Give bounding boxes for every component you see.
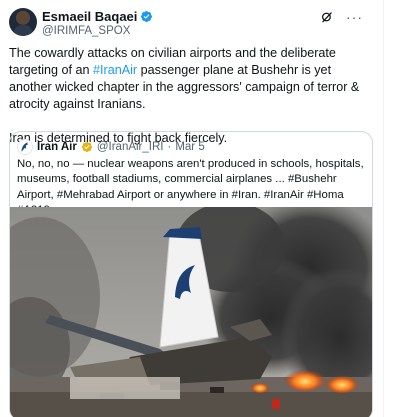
quoted-tweet-header: Iran Air @IranAir_IRI · Mar 5 [17,139,205,155]
author-name-row[interactable]: Esmaeil Baqaei [42,9,153,24]
gold-verified-badge-icon [81,141,92,153]
airplane-wreck-photo[interactable] [10,207,372,417]
quoted-avatar[interactable] [17,139,33,155]
author-handle[interactable]: @IRIMFA_SPOX [42,25,130,37]
quoted-timestamp[interactable]: Mar 5 [175,141,204,153]
grok-icon[interactable] [320,10,334,24]
more-options-icon[interactable]: ··· [346,10,363,24]
iran-air-logo-icon [21,142,28,152]
hashtag-iranair-link[interactable]: #IranAir [93,63,137,77]
quoted-author-name[interactable]: Iran Air [37,141,77,153]
author-name[interactable]: Esmaeil Baqaei [42,9,137,24]
avatar[interactable] [9,8,37,36]
tweet-top-actions: ··· [320,10,363,24]
quoted-author-handle[interactable]: @IranAir_IRI [97,141,164,153]
tweet-paragraph-1: The cowardly attacks on civilian airport… [9,45,374,113]
quoted-tweet[interactable]: Iran Air @IranAir_IRI · Mar 5 No, no, no… [9,131,373,417]
tweet-card[interactable]: Esmaeil Baqaei @IRIMFA_SPOX ··· The cowa… [0,0,384,417]
photo-scene [10,207,372,417]
verified-badge-icon [141,10,153,23]
separator-dot: · [167,141,172,153]
